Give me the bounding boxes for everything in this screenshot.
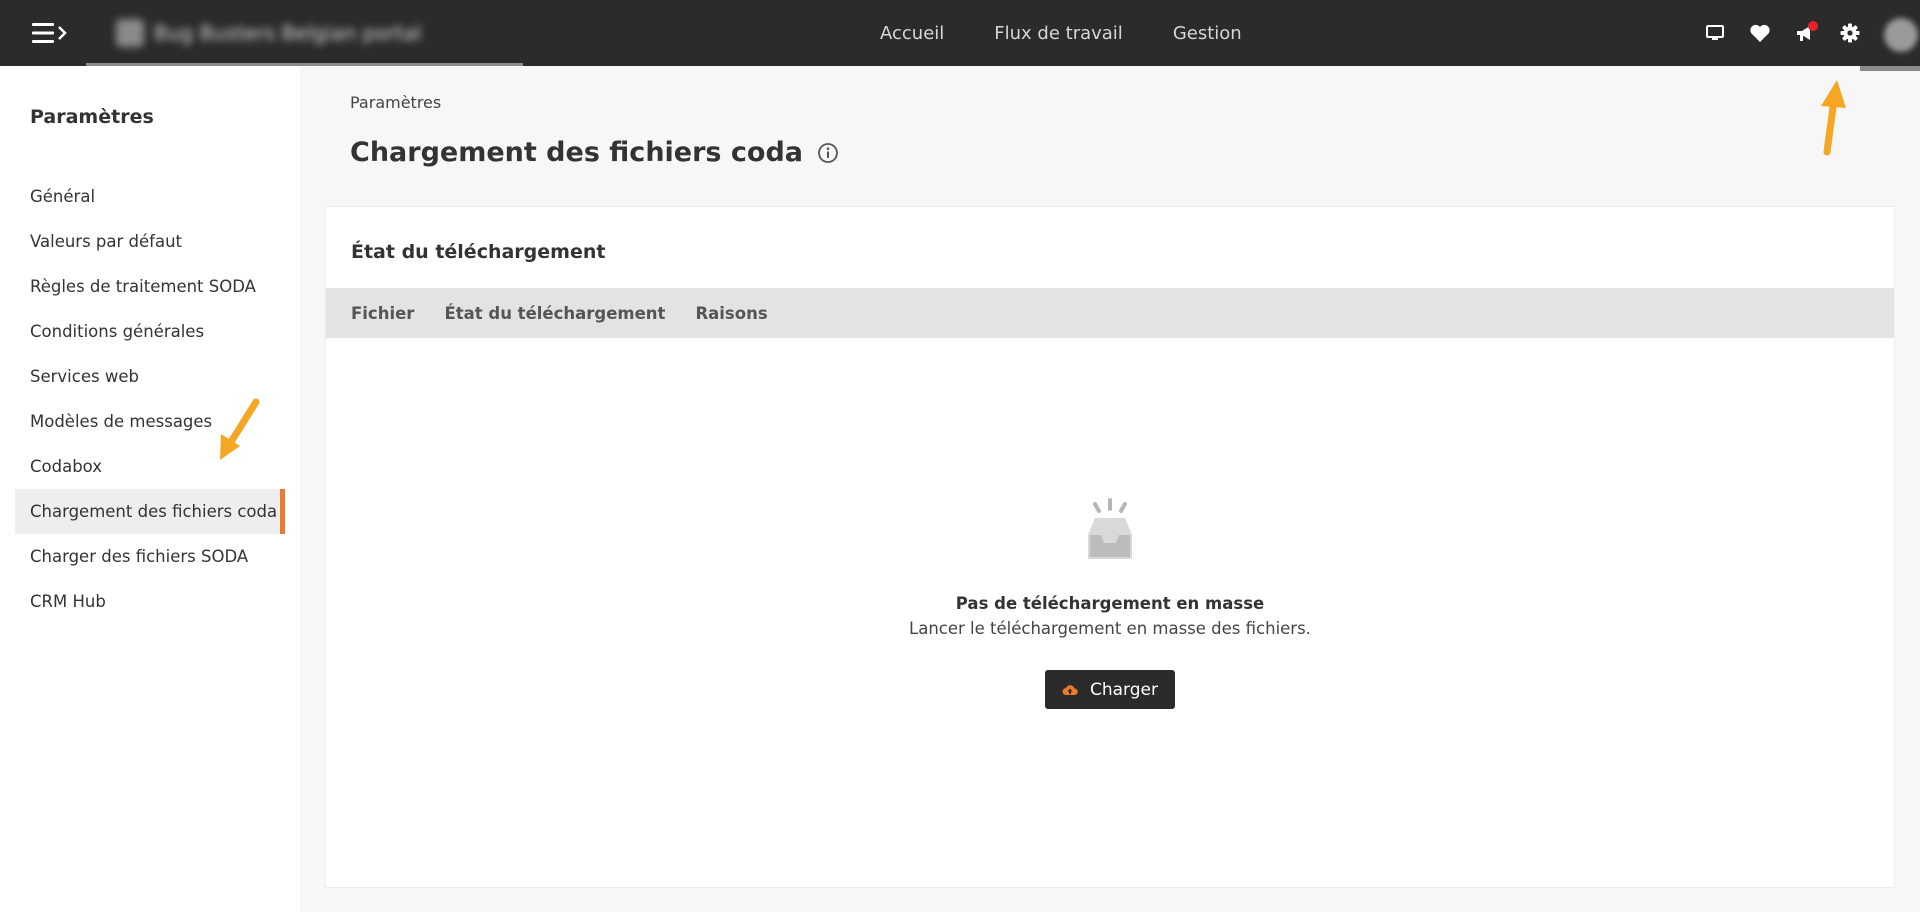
portal-logo (116, 19, 144, 47)
upload-status-card: État du téléchargement Fichier État du t… (325, 206, 1895, 888)
sidebar-item-web-services[interactable]: Services web (15, 354, 285, 399)
nav-gestion[interactable]: Gestion (1173, 23, 1242, 44)
sidebar-title: Paramètres (30, 106, 154, 128)
menu-toggle-icon[interactable] (30, 17, 70, 49)
sidebar-item-coda-upload[interactable]: Chargement des fichiers coda (15, 489, 285, 534)
page-title: Chargement des fichiers coda (350, 137, 839, 168)
nav-flux-de-travail[interactable]: Flux de travail (994, 23, 1123, 44)
column-header-reasons[interactable]: Raisons (695, 304, 767, 323)
portal-name[interactable]: Bug Busters Belgian portal (116, 18, 421, 48)
upload-button[interactable]: Charger (1045, 670, 1175, 709)
upload-button-label: Charger (1090, 679, 1158, 700)
sidebar-item-crm-hub[interactable]: CRM Hub (15, 579, 285, 624)
avatar-underline (1860, 66, 1920, 71)
sidebar-item-general[interactable]: Général (15, 174, 285, 219)
portal-name-text: Bug Busters Belgian portal (154, 21, 422, 45)
sidebar-item-soda-upload[interactable]: Charger des fichiers SODA (15, 534, 285, 579)
top-icons (1692, 0, 1920, 66)
user-avatar-area[interactable] (1872, 0, 1920, 66)
heart-icon[interactable] (1737, 11, 1782, 56)
empty-subtitle: Lancer le téléchargement en masse des fi… (909, 619, 1311, 638)
card-title: État du téléchargement (351, 241, 606, 263)
nav-accueil[interactable]: Accueil (880, 23, 944, 44)
column-header-status[interactable]: État du téléchargement (444, 304, 665, 323)
breadcrumb[interactable]: Paramètres (350, 93, 441, 112)
empty-state: Pas de téléchargement en masse Lancer le… (326, 497, 1894, 709)
gear-icon[interactable] (1827, 11, 1872, 56)
annotation-arrow-settings (1821, 80, 1846, 156)
empty-title: Pas de téléchargement en masse (955, 594, 1265, 613)
sidebar-item-soda-rules[interactable]: Règles de traitement SODA (15, 264, 285, 309)
page-title-text: Chargement des fichiers coda (350, 137, 803, 168)
table-header: Fichier État du téléchargement Raisons (326, 288, 1894, 338)
empty-inbox-icon (1088, 498, 1132, 559)
sidebar-item-terms[interactable]: Conditions générales (15, 309, 285, 354)
monitor-icon[interactable] (1692, 11, 1737, 56)
settings-sidebar: Paramètres Général Valeurs par défaut Rè… (0, 66, 300, 912)
info-icon[interactable] (817, 142, 839, 164)
annotation-arrow-sidebar (220, 398, 260, 460)
sidebar-item-default-values[interactable]: Valeurs par défaut (15, 219, 285, 264)
cloud-upload-icon (1062, 684, 1078, 695)
top-bar: Bug Busters Belgian portal Accueil Flux … (0, 0, 1920, 66)
megaphone-icon[interactable] (1782, 11, 1827, 56)
avatar (1884, 18, 1918, 52)
notification-dot (1808, 20, 1818, 31)
column-header-file[interactable]: Fichier (351, 304, 414, 323)
main-nav: Accueil Flux de travail Gestion (880, 0, 1242, 66)
